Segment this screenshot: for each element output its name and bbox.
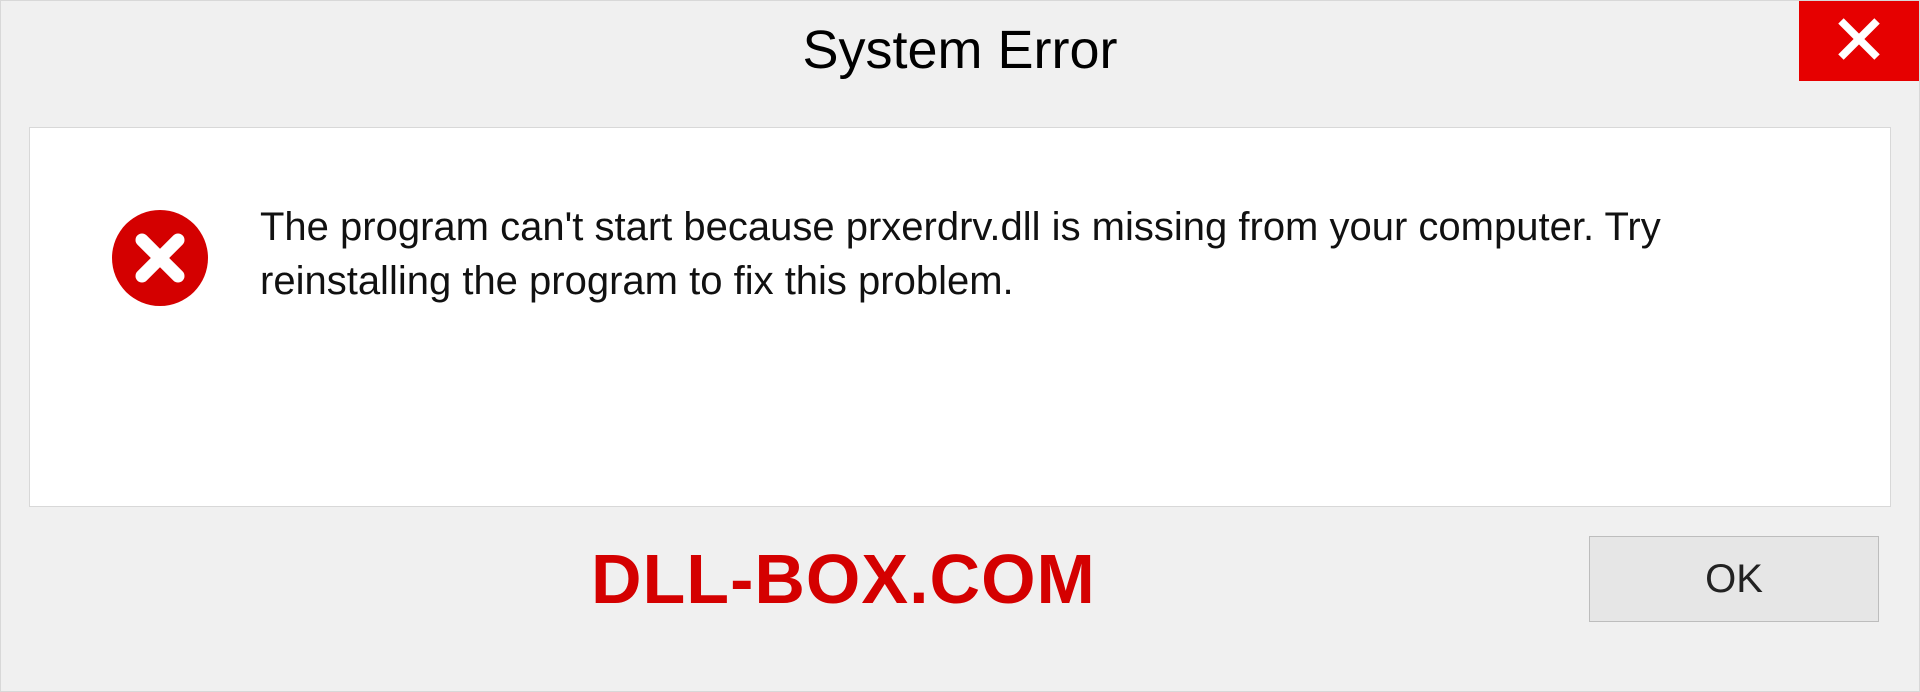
close-icon bbox=[1836, 16, 1882, 67]
content-panel: The program can't start because prxerdrv… bbox=[29, 127, 1891, 507]
system-error-dialog: System Error The program can't start bec… bbox=[0, 0, 1920, 692]
dialog-title: System Error bbox=[802, 11, 1117, 81]
error-message: The program can't start because prxerdrv… bbox=[260, 198, 1840, 308]
watermark-text: DLL-BOX.COM bbox=[591, 539, 1096, 619]
error-icon bbox=[110, 208, 210, 308]
titlebar: System Error bbox=[1, 1, 1919, 107]
ok-button[interactable]: OK bbox=[1589, 536, 1879, 622]
footer: DLL-BOX.COM OK bbox=[1, 507, 1919, 691]
close-button[interactable] bbox=[1799, 1, 1919, 81]
